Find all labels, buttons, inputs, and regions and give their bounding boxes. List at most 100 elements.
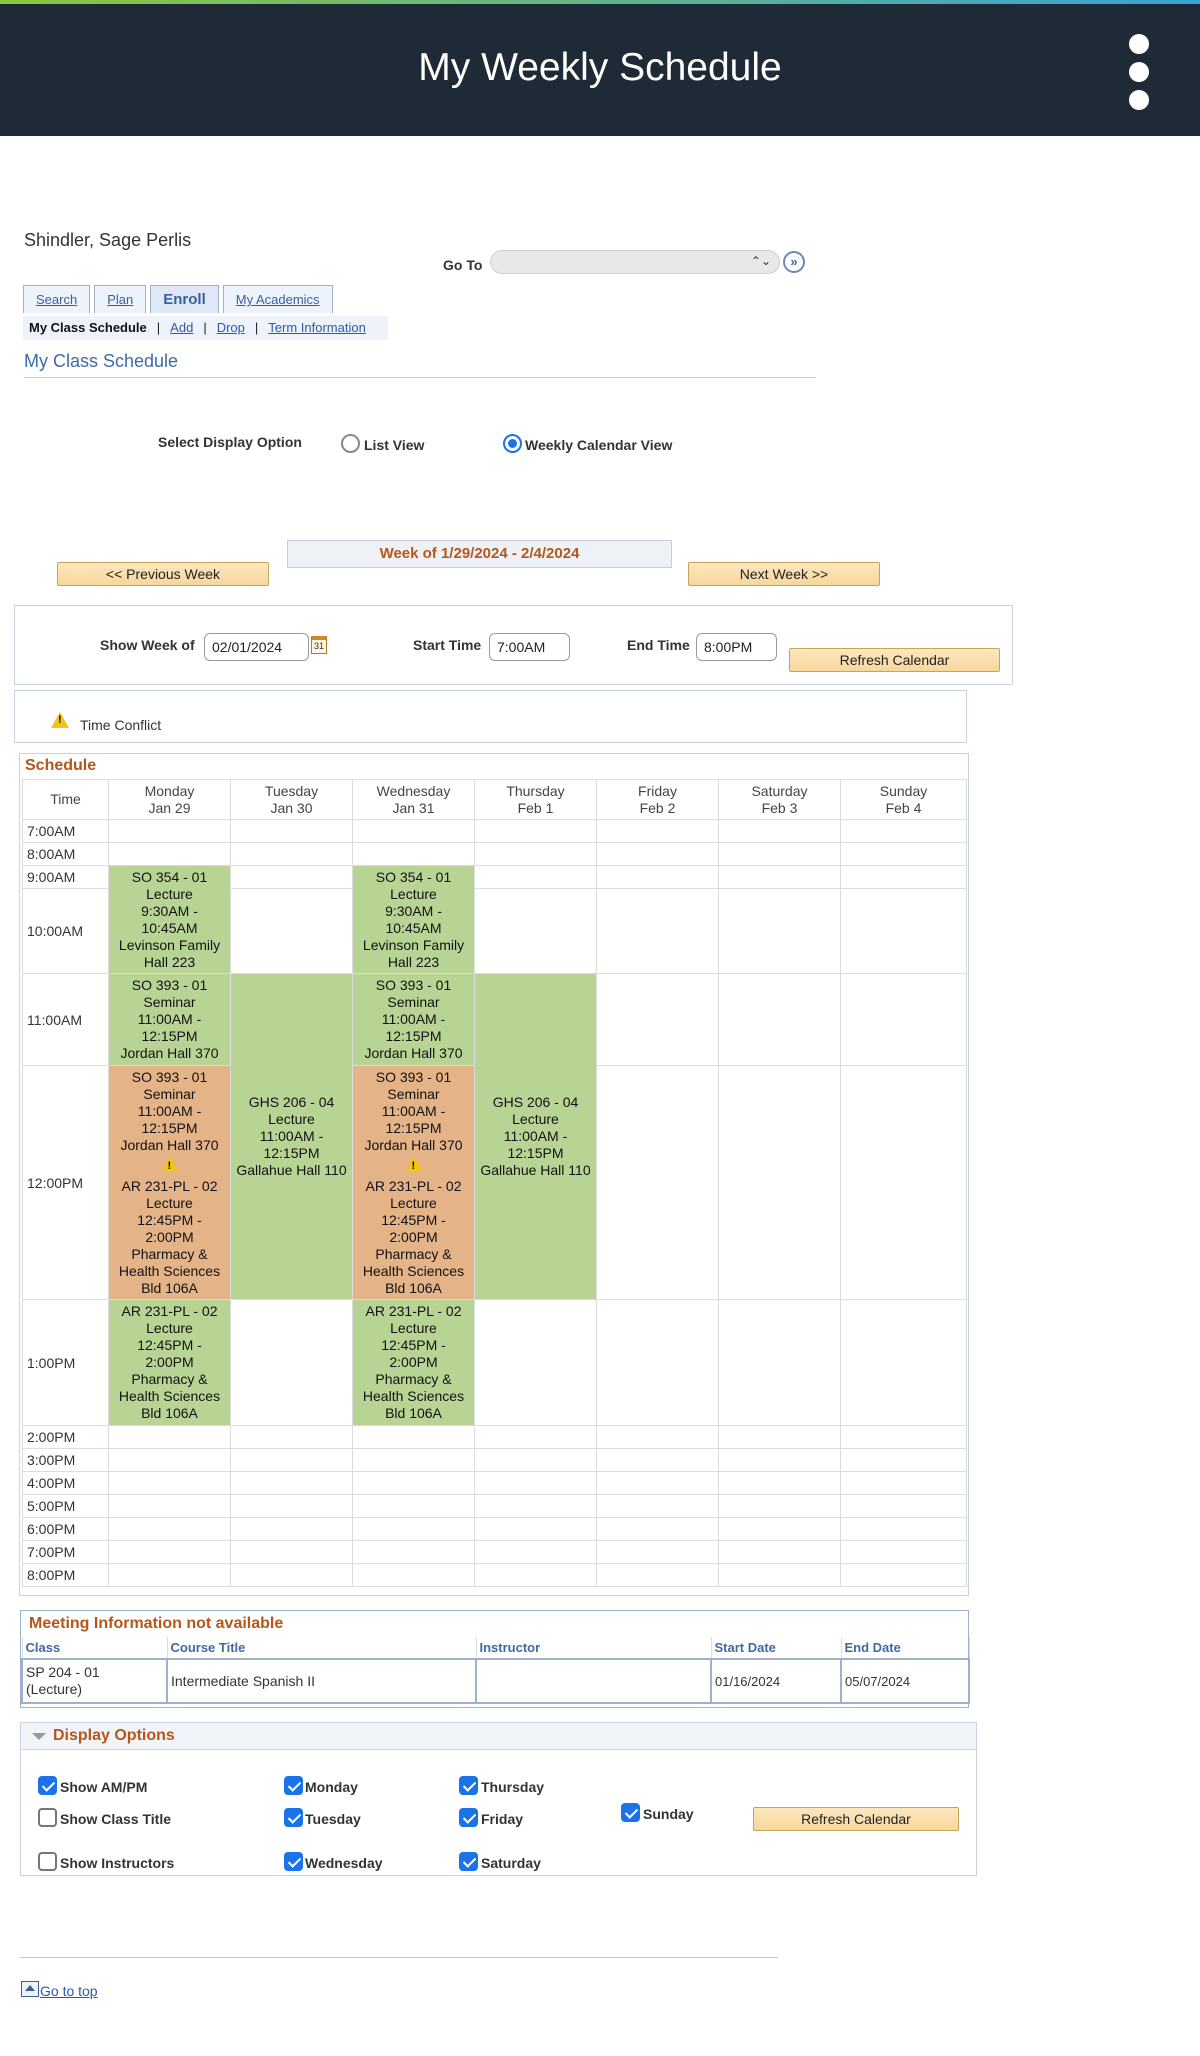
wednesday-checkbox[interactable] bbox=[284, 1852, 303, 1871]
class-block-ghs206-tuesday[interactable]: GHS 206 - 04 Lecture 11:00AM -12:15PM Galla… bbox=[230, 973, 353, 1300]
weekly-calendar-view-radio[interactable] bbox=[503, 434, 522, 453]
class-block-line: Lecture bbox=[146, 1194, 193, 1211]
show-week-input[interactable]: 02/01/2024 bbox=[204, 633, 309, 661]
subnav-drop-link[interactable]: Drop bbox=[217, 320, 245, 335]
class-block-line: Jordan Hall 370 bbox=[120, 1045, 219, 1061]
class-block-so354-monday[interactable]: SO 354 - 01 Lecture 9:30AM -10:45AM Levinso… bbox=[108, 865, 231, 974]
class-block-line: 12:15PM bbox=[141, 1119, 198, 1136]
goto-select[interactable]: ⌃⌄ bbox=[490, 250, 780, 274]
col-header-class: Class bbox=[21, 1637, 168, 1660]
class-block-line: Seminar bbox=[143, 1085, 196, 1102]
collapse-triangle-icon[interactable] bbox=[32, 1733, 46, 1740]
class-block-line: Lecture bbox=[146, 885, 193, 902]
time-header: Time bbox=[22, 779, 109, 820]
end-time-label: End Time bbox=[627, 637, 690, 653]
class-block-line: SO 393 - 01 bbox=[375, 977, 452, 993]
class-block-line: SO 393 - 01 bbox=[131, 977, 208, 993]
class-block-line: Health Sciences bbox=[118, 1262, 221, 1279]
show-instructors-checkbox[interactable] bbox=[38, 1852, 57, 1871]
col-header-instructor: Instructor bbox=[475, 1637, 712, 1660]
class-block-line: Hall 223 bbox=[387, 953, 440, 970]
class-block-line: Pharmacy & bbox=[375, 1245, 452, 1262]
time-label: 10:00AM bbox=[22, 888, 109, 974]
class-block-ar231-monday[interactable]: AR 231-PL - 02 Lecture 12:45PM -2:00PM Phar… bbox=[108, 1299, 231, 1426]
friday-label: Friday bbox=[481, 1811, 524, 1827]
start-time-input[interactable]: 7:00AM bbox=[489, 633, 570, 661]
class-block-line: Seminar bbox=[387, 1085, 440, 1102]
class-block-line: Gallahue Hall 110 bbox=[480, 1162, 591, 1178]
day-header-saturday: Saturday Feb 3 bbox=[718, 779, 841, 820]
go-to-top-icon[interactable] bbox=[21, 1981, 39, 1997]
thursday-label: Thursday bbox=[481, 1779, 545, 1795]
class-block-line: Levinson Family bbox=[118, 936, 221, 953]
tab-search[interactable]: Search bbox=[23, 285, 91, 313]
tuesday-checkbox[interactable] bbox=[284, 1808, 303, 1827]
monday-checkbox[interactable] bbox=[284, 1776, 303, 1795]
class-block-line: 12:15PM bbox=[141, 1028, 198, 1044]
class-block-line: SO 393 - 01 bbox=[375, 1068, 452, 1085]
time-label: 2:00PM bbox=[22, 1425, 109, 1449]
class-block-line: Lecture bbox=[512, 1111, 559, 1127]
class-block-line: 12:45PM - bbox=[137, 1211, 202, 1228]
display-options-header[interactable]: Display Options bbox=[21, 1723, 976, 1750]
subnav-term-info-link[interactable]: Term Information bbox=[268, 320, 366, 335]
class-block-line: Levinson Family bbox=[362, 936, 465, 953]
class-block-line: Lecture bbox=[146, 1320, 193, 1336]
refresh-calendar-button[interactable]: Refresh Calendar bbox=[789, 648, 1000, 672]
class-block-line: AR 231-PL - 02 bbox=[365, 1177, 462, 1194]
list-view-radio[interactable] bbox=[341, 434, 360, 453]
tab-enroll[interactable]: Enroll bbox=[150, 285, 219, 313]
conflict-block-monday[interactable]: SO 393 - 01 Seminar 11:00AM -12:15PM Jordan… bbox=[108, 1065, 231, 1300]
calendar-icon[interactable]: 31 bbox=[311, 636, 327, 654]
go-to-top-link[interactable]: Go to top bbox=[40, 1983, 98, 1999]
class-block-so393-wednesday[interactable]: SO 393 - 01 Seminar 11:00AM -12:15PM Jordan… bbox=[352, 973, 475, 1066]
show-ampm-checkbox[interactable] bbox=[38, 1776, 57, 1795]
next-week-button[interactable]: Next Week >> bbox=[688, 562, 880, 586]
wednesday-label: Wednesday bbox=[305, 1855, 383, 1871]
class-block-line: 11:00AM - bbox=[503, 1128, 568, 1144]
saturday-label: Saturday bbox=[481, 1855, 541, 1871]
tuesday-label: Tuesday bbox=[305, 1811, 361, 1827]
class-block-line: Lecture bbox=[390, 885, 437, 902]
class-block-line: 12:45PM - bbox=[381, 1211, 446, 1228]
meeting-info-table: Class Course Title Instructor Start Date… bbox=[21, 1637, 970, 1704]
class-block-line: 2:00PM bbox=[145, 1354, 194, 1370]
tab-plan[interactable]: Plan bbox=[94, 285, 147, 313]
show-class-title-checkbox[interactable] bbox=[38, 1808, 57, 1827]
monday-label: Monday bbox=[305, 1779, 358, 1795]
list-view-label: List View bbox=[364, 437, 425, 453]
time-label: 8:00AM bbox=[22, 842, 109, 866]
saturday-checkbox[interactable] bbox=[459, 1852, 478, 1871]
class-block-line: Hall 223 bbox=[143, 953, 196, 970]
col-header-start-date: Start Date bbox=[710, 1637, 842, 1660]
tab-my-academics[interactable]: My Academics bbox=[222, 285, 333, 313]
meeting-info-panel: Meeting Information not available Class … bbox=[20, 1610, 970, 1708]
class-block-ghs206-thursday[interactable]: GHS 206 - 04 Lecture 11:00AM -12:15PM Galla… bbox=[474, 973, 597, 1300]
student-name: Shindler, Sage Perlis bbox=[24, 230, 192, 250]
previous-week-button[interactable]: << Previous Week bbox=[57, 562, 269, 586]
header-title: My Weekly Schedule bbox=[418, 46, 782, 89]
class-block-ar231-wednesday[interactable]: AR 231-PL - 02 Lecture 12:45PM -2:00PM Phar… bbox=[352, 1299, 475, 1426]
sunday-checkbox[interactable] bbox=[621, 1803, 640, 1822]
class-block-so354-wednesday[interactable]: SO 354 - 01 Lecture 9:30AM -10:45AM Levinso… bbox=[352, 865, 475, 974]
conflict-block-wednesday[interactable]: SO 393 - 01 Seminar 11:00AM -12:15PM Jordan… bbox=[352, 1065, 475, 1300]
kebab-menu-icon[interactable] bbox=[1125, 34, 1153, 114]
subnav-current: My Class Schedule bbox=[29, 320, 147, 335]
class-block-line: Bld 106A bbox=[385, 1405, 442, 1421]
class-block-line: 10:45AM bbox=[141, 919, 198, 936]
class-block-line: 10:45AM bbox=[385, 919, 442, 936]
class-block-line: Lecture bbox=[268, 1111, 315, 1127]
subnav-add-link[interactable]: Add bbox=[170, 320, 193, 335]
meeting-info-title: Meeting Information not available bbox=[29, 1615, 284, 1632]
end-time-input[interactable]: 8:00PM bbox=[696, 633, 777, 661]
friday-checkbox[interactable] bbox=[459, 1808, 478, 1827]
day-header-monday: Monday Jan 29 bbox=[108, 779, 231, 820]
time-label: 7:00AM bbox=[22, 819, 109, 843]
divider bbox=[24, 377, 816, 378]
goto-forward-button[interactable]: » bbox=[783, 251, 805, 273]
thursday-checkbox[interactable] bbox=[459, 1776, 478, 1795]
time-label: 12:00PM bbox=[22, 1065, 109, 1300]
display-options-refresh-button[interactable]: Refresh Calendar bbox=[753, 1807, 959, 1831]
class-block-line: 11:00AM - bbox=[381, 1102, 446, 1119]
class-block-so393-monday[interactable]: SO 393 - 01 Seminar 11:00AM -12:15PM Jordan… bbox=[108, 973, 231, 1066]
